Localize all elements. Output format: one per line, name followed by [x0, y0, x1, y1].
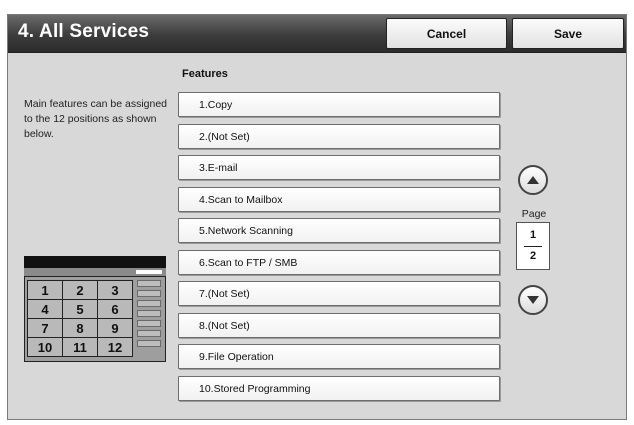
keypad-key: 8	[63, 319, 97, 337]
keypad-key: 4	[28, 300, 62, 318]
keypad-side-button	[137, 340, 161, 347]
description-text: Main features can be assigned to the 12 …	[24, 98, 168, 140]
keypad-side-buttons	[137, 280, 161, 350]
arrow-down-icon	[527, 296, 539, 304]
features-heading: Features	[182, 68, 228, 80]
keypad-indicator	[136, 270, 162, 274]
save-button[interactable]: Save	[512, 18, 624, 49]
all-services-screen: 4. All Services Cancel Save Features Mai…	[7, 14, 627, 420]
feature-item-6[interactable]: 6.Scan to FTP / SMB	[178, 250, 500, 275]
keypad-key: 12	[98, 338, 132, 356]
page-label: Page	[521, 208, 547, 220]
page-divider	[524, 246, 542, 247]
keypad-illustration: 1 2 3 4 5 6 7 8 9 10 11 12	[24, 256, 166, 362]
page-indicator: 1 2	[516, 222, 550, 270]
keypad-status-strip	[24, 268, 166, 276]
page-down-button[interactable]	[518, 285, 548, 315]
keypad-key: 6	[98, 300, 132, 318]
feature-item-9[interactable]: 9.File Operation	[178, 344, 500, 369]
keypad-key: 10	[28, 338, 62, 356]
page-title: 4. All Services	[18, 21, 150, 42]
feature-item-10[interactable]: 10.Stored Programming	[178, 376, 500, 401]
keypad-key: 7	[28, 319, 62, 337]
keypad-side-button	[137, 290, 161, 297]
feature-item-5[interactable]: 5.Network Scanning	[178, 218, 500, 243]
keypad-side-button	[137, 330, 161, 337]
keypad-key: 11	[63, 338, 97, 356]
feature-item-4[interactable]: 4.Scan to Mailbox	[178, 187, 500, 212]
current-page: 1	[529, 229, 537, 241]
keypad-side-button	[137, 300, 161, 307]
keypad-key: 9	[98, 319, 132, 337]
keypad-side-button	[137, 310, 161, 317]
keypad-grid: 1 2 3 4 5 6 7 8 9 10 11 12	[27, 280, 133, 357]
feature-item-2[interactable]: 2.(Not Set)	[178, 124, 500, 149]
feature-item-1[interactable]: 1.Copy	[178, 92, 500, 117]
keypad-key: 5	[63, 300, 97, 318]
keypad-side-button	[137, 280, 161, 287]
arrow-up-icon	[527, 176, 539, 184]
keypad-key: 1	[28, 281, 62, 299]
keypad-display	[24, 256, 166, 268]
keypad-body: 1 2 3 4 5 6 7 8 9 10 11 12	[24, 276, 166, 362]
feature-item-8[interactable]: 8.(Not Set)	[178, 313, 500, 338]
keypad-side-button	[137, 320, 161, 327]
total-pages: 2	[529, 250, 537, 262]
page-up-button[interactable]	[518, 165, 548, 195]
header-bar: 4. All Services Cancel Save	[8, 15, 626, 53]
keypad-key: 2	[63, 281, 97, 299]
feature-item-7[interactable]: 7.(Not Set)	[178, 281, 500, 306]
keypad-key: 3	[98, 281, 132, 299]
feature-item-3[interactable]: 3.E-mail	[178, 155, 500, 180]
cancel-button[interactable]: Cancel	[386, 18, 507, 49]
